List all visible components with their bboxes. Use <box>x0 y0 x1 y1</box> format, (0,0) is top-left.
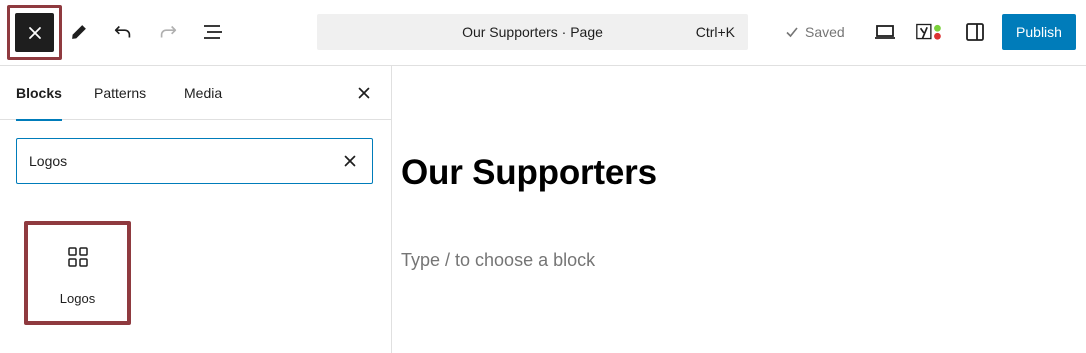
publish-button[interactable]: Publish <box>1002 14 1076 50</box>
tab-media[interactable]: Media <box>184 66 222 120</box>
block-inserter-panel: Blocks Patterns Media Logos <box>0 66 392 353</box>
tab-patterns[interactable]: Patterns <box>94 66 146 120</box>
yoast-seo-button[interactable] <box>914 17 944 47</box>
block-result-logos[interactable]: Logos <box>28 225 127 321</box>
undo-icon <box>114 25 131 38</box>
block-result-label: Logos <box>59 291 96 306</box>
close-inserter-button[interactable] <box>15 13 54 52</box>
clear-search-button[interactable] <box>340 151 360 171</box>
highlight-box-result: Logos <box>24 221 131 325</box>
check-icon <box>786 27 798 38</box>
block-search <box>16 138 373 184</box>
close-icon <box>358 87 370 99</box>
shortcut-hint: Ctrl+K <box>695 24 735 40</box>
document-overview-button[interactable] <box>198 17 228 47</box>
close-icon <box>28 26 41 39</box>
page-title[interactable]: Our Supporters <box>401 153 657 193</box>
laptop-icon <box>875 25 895 39</box>
close-icon <box>344 155 356 167</box>
grid-icon <box>68 247 88 267</box>
inserter-tabs: Blocks Patterns Media <box>0 66 391 121</box>
tab-blocks[interactable]: Blocks <box>16 66 62 121</box>
document-title: Our Supporters · Page <box>462 24 603 40</box>
highlight-box-close <box>7 5 62 60</box>
redo-icon <box>160 25 177 38</box>
block-appender-placeholder[interactable]: Type / to choose a block <box>401 250 595 271</box>
pencil-icon <box>72 25 86 39</box>
tools-button[interactable] <box>64 17 94 47</box>
yoast-icon <box>916 23 941 40</box>
editor-canvas: Our Supporters Type / to choose a block <box>392 66 1086 353</box>
editor-header: Our Supporters · Page Ctrl+K Saved Publi… <box>0 0 1086 66</box>
settings-sidebar-button[interactable] <box>960 17 990 47</box>
saved-label: Saved <box>805 24 845 40</box>
redo-button[interactable] <box>153 17 183 47</box>
preview-button[interactable] <box>870 17 900 47</box>
undo-button[interactable] <box>108 17 138 47</box>
sidebar-toggle-icon <box>966 23 984 41</box>
block-search-input[interactable] <box>29 139 329 183</box>
list-view-icon <box>204 25 222 39</box>
command-palette-bar[interactable]: Our Supporters · Page Ctrl+K <box>317 14 748 50</box>
saved-status: Saved <box>785 24 845 40</box>
close-panel-button[interactable] <box>353 82 375 104</box>
